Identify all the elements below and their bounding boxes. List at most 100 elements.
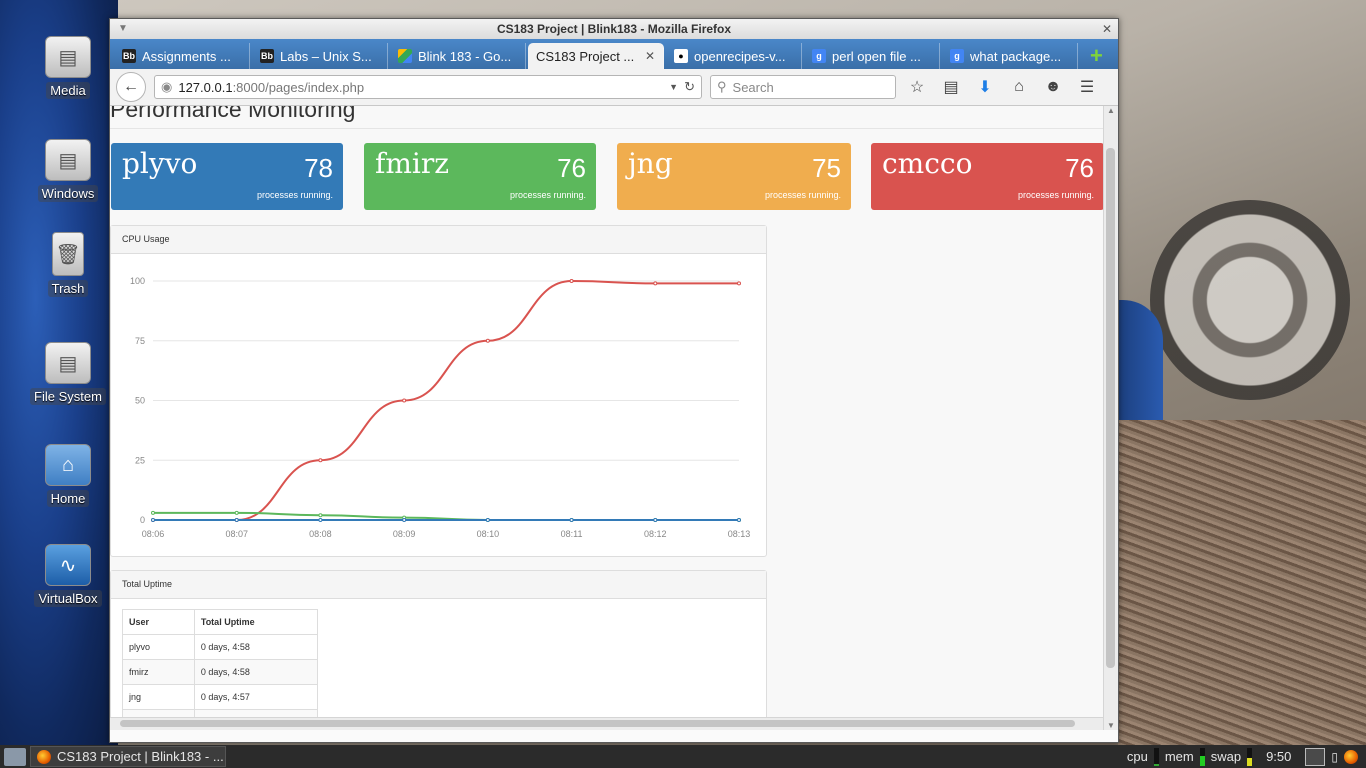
drive-icon: ▤ bbox=[45, 139, 91, 181]
home-icon[interactable]: ⌂ bbox=[1006, 74, 1032, 100]
uptime-table: User Total Uptime plyvo 0 days, 4:58 fmi… bbox=[122, 609, 319, 730]
url-path: :8000/pages/index.php bbox=[232, 79, 365, 95]
desktop-icon-file-system[interactable]: ▤ File System bbox=[28, 342, 108, 406]
page-content: Performance Monitoring plyvo 78 processe… bbox=[110, 106, 1104, 730]
taskbar: CS183 Project | Blink183 - ... cpu mem s… bbox=[0, 745, 1366, 768]
data-point bbox=[151, 518, 155, 522]
search-icon: ⚲ bbox=[717, 79, 727, 94]
x-tick-label: 08:06 bbox=[142, 529, 165, 539]
stat-card-subtitle: processes running. bbox=[764, 190, 841, 200]
window-titlebar[interactable]: ▼ CS183 Project | Blink183 - Mozilla Fir… bbox=[110, 19, 1118, 39]
stat-card-count: 76 bbox=[557, 153, 586, 183]
desktop-icon-media[interactable]: ▤ Media bbox=[28, 36, 108, 100]
data-point bbox=[569, 279, 574, 283]
desktop-icon-trash[interactable]: 🗑 Trash bbox=[28, 232, 108, 298]
tab-perl-open-file[interactable]: g perl open file ... bbox=[804, 43, 940, 69]
desktop-icon-label: File System bbox=[30, 388, 106, 405]
desktop-icon-windows[interactable]: ▤ Windows bbox=[28, 139, 108, 203]
data-point bbox=[234, 510, 239, 515]
data-point bbox=[485, 338, 490, 343]
taskbar-task-label: CS183 Project | Blink183 - ... bbox=[57, 749, 224, 764]
desktop-icon-label: Media bbox=[46, 82, 90, 99]
panel-title: Total Uptime bbox=[111, 571, 766, 599]
vertical-scroll-thumb[interactable] bbox=[1106, 148, 1115, 668]
mem-meter bbox=[1199, 747, 1205, 766]
taskbar-firefox-task[interactable]: CS183 Project | Blink183 - ... bbox=[30, 746, 226, 767]
tab-label: CS183 Project ... bbox=[536, 48, 635, 64]
data-point bbox=[485, 518, 490, 522]
tab-google-drive[interactable]: Blink 183 - Go... bbox=[390, 43, 526, 69]
tab-assignments[interactable]: Bb Assignments ... bbox=[114, 43, 250, 69]
table-row: fmirz 0 days, 4:58 bbox=[122, 659, 319, 685]
search-placeholder: Search bbox=[732, 79, 774, 95]
horizontal-scroll-thumb[interactable] bbox=[120, 720, 1075, 727]
table-cell: plyvo bbox=[122, 634, 195, 660]
stat-card-fmirz: fmirz 76 processes running. bbox=[364, 143, 596, 210]
x-tick-label: 08:07 bbox=[225, 529, 248, 539]
swap-label: swap bbox=[1210, 749, 1242, 764]
show-desktop-icon[interactable] bbox=[1305, 747, 1326, 766]
clipboard-icon[interactable]: ▤ bbox=[938, 74, 964, 100]
y-tick-label: 50 bbox=[135, 396, 145, 406]
tab-cs183-project[interactable]: CS183 Project ... ✕ bbox=[528, 43, 664, 69]
table-cell: fmirz bbox=[122, 659, 195, 685]
desktop-wallpaper-wheel bbox=[1150, 200, 1350, 400]
data-point bbox=[318, 513, 323, 518]
start-menu-icon[interactable] bbox=[4, 747, 26, 766]
desktop-icon-home[interactable]: ⌂ Home bbox=[28, 444, 108, 508]
desktop-wallpaper-road bbox=[1118, 420, 1366, 745]
data-point bbox=[737, 281, 741, 286]
chat-bubble-icon[interactable]: ☻ bbox=[1040, 74, 1066, 100]
data-point bbox=[737, 518, 741, 522]
new-tab-plus-icon[interactable]: + bbox=[1080, 43, 1113, 69]
back-arrow-icon[interactable]: ← bbox=[116, 72, 146, 102]
window-menu-icon[interactable]: ▼ bbox=[118, 19, 128, 39]
search-bar[interactable]: ⚲ Search bbox=[710, 75, 896, 99]
table-cell: jng bbox=[122, 684, 195, 710]
blackboard-icon: Bb bbox=[122, 49, 136, 63]
data-point bbox=[653, 281, 658, 286]
vertical-scrollbar[interactable]: ▲ ▼ bbox=[1103, 106, 1118, 730]
google-icon: g bbox=[812, 49, 826, 63]
drive-icon: ▤ bbox=[45, 36, 91, 78]
desktop-icon-label: VirtualBox bbox=[34, 590, 102, 607]
cpu-meter bbox=[1153, 747, 1159, 766]
url-host: 127.0.0.1 bbox=[178, 79, 233, 95]
clock[interactable]: 9:50 bbox=[1258, 749, 1299, 764]
dropdown-arrow-icon[interactable]: ▼ bbox=[669, 82, 678, 92]
download-arrow-icon[interactable]: ⬇ bbox=[972, 74, 998, 100]
firefox-tray-icon[interactable] bbox=[1344, 749, 1358, 764]
desktop-icon-virtualbox[interactable]: ∿ VirtualBox bbox=[28, 544, 108, 608]
scroll-down-arrow-icon[interactable]: ▼ bbox=[1104, 721, 1118, 730]
battery-icon[interactable]: ▯ bbox=[1331, 750, 1338, 764]
hamburger-menu-icon[interactable]: ☰ bbox=[1074, 74, 1100, 100]
window-close-icon[interactable]: ✕ bbox=[1102, 19, 1112, 39]
data-point bbox=[151, 510, 155, 515]
tab-openrecipes[interactable]: ● openrecipes-v... bbox=[666, 43, 802, 69]
column-header: User bbox=[122, 609, 195, 635]
browser-window: ▼ CS183 Project | Blink183 - Mozilla Fir… bbox=[109, 18, 1119, 743]
tab-what-package[interactable]: g what package... bbox=[942, 43, 1078, 69]
table-cell: 0 days, 4:57 bbox=[193, 684, 319, 710]
swap-meter bbox=[1247, 747, 1253, 766]
uptime-table-wrap: User Total Uptime plyvo 0 days, 4:58 fmi… bbox=[111, 609, 766, 730]
google-drive-icon bbox=[398, 49, 412, 63]
tab-label: Assignments ... bbox=[142, 48, 231, 64]
data-point bbox=[402, 518, 407, 522]
cpu-label: cpu bbox=[1126, 749, 1148, 764]
bookmark-star-icon[interactable]: ☆ bbox=[904, 74, 930, 100]
scroll-up-arrow-icon[interactable]: ▲ bbox=[1104, 106, 1118, 115]
page-title: Performance Monitoring bbox=[110, 106, 356, 122]
x-tick-label: 08:08 bbox=[309, 529, 332, 539]
close-tab-icon[interactable]: ✕ bbox=[645, 49, 655, 63]
stat-card-user: plyvo bbox=[122, 147, 198, 180]
x-tick-label: 08:11 bbox=[561, 529, 583, 539]
tab-label: perl open file ... bbox=[832, 48, 921, 64]
horizontal-scrollbar[interactable] bbox=[110, 717, 1104, 730]
table-cell: 0 days, 4:58 bbox=[193, 634, 319, 660]
y-tick-label: 100 bbox=[130, 276, 145, 286]
reload-icon[interactable]: ↻ bbox=[684, 79, 695, 95]
tab-labs[interactable]: Bb Labs – Unix S... bbox=[252, 43, 388, 69]
data-point bbox=[402, 398, 407, 403]
url-bar[interactable]: ◉ 127.0.0.1:8000/pages/index.php ▼ ↻ bbox=[154, 75, 702, 99]
